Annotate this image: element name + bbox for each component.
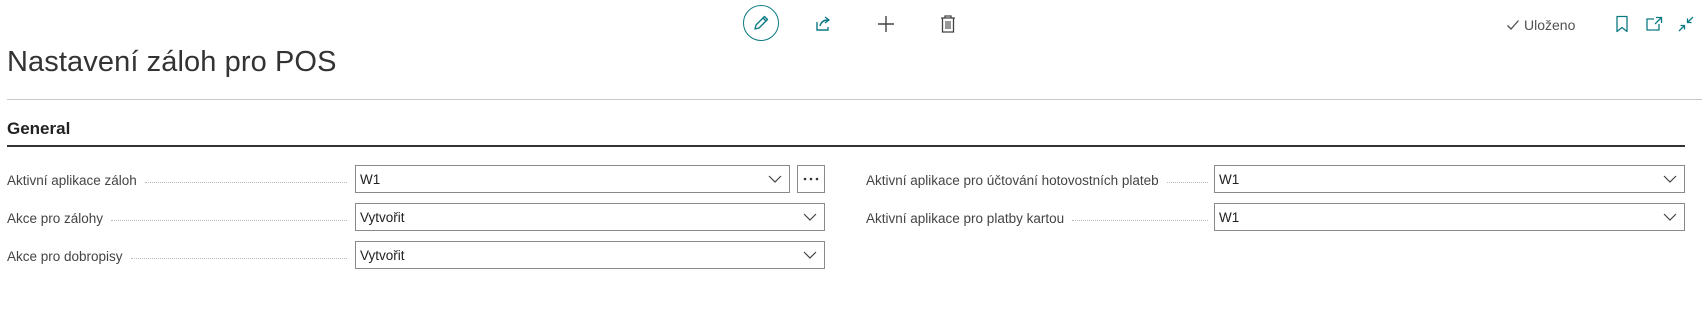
select-value: Vytvořit (360, 209, 405, 225)
open-new-window-button[interactable] (1643, 13, 1665, 35)
field-label-active-deposit-app: Aktivní aplikace záloh (7, 171, 347, 189)
section-divider (7, 145, 1685, 147)
chevron-down-icon (796, 204, 824, 230)
open-in-new-window-icon (1646, 16, 1663, 31)
collapse-icon (1678, 16, 1694, 32)
more-options-icon (803, 177, 819, 181)
card-payment-app-select[interactable]: W1 (1214, 203, 1685, 231)
field-label-cash-payment-app: Aktivní aplikace pro účtování hotovostní… (866, 171, 1208, 189)
credit-memo-action-select[interactable]: Vytvořit (355, 241, 825, 269)
lookup-button[interactable] (797, 165, 825, 193)
active-deposit-app-select[interactable]: W1 (355, 165, 790, 193)
select-value: W1 (360, 171, 381, 187)
bookmark-button[interactable] (1611, 13, 1633, 35)
share-button[interactable] (811, 12, 835, 36)
saved-label: Uloženo (1524, 17, 1576, 33)
page-title: Nastavení záloh pro POS (7, 46, 337, 78)
checkmark-icon (1507, 20, 1519, 30)
title-divider (7, 99, 1702, 100)
chevron-down-icon (761, 166, 789, 192)
chevron-down-icon (1656, 204, 1684, 230)
chevron-down-icon (796, 242, 824, 268)
select-value: W1 (1219, 209, 1240, 225)
edit-button[interactable] (743, 5, 779, 41)
field-label-card-payment-app: Aktivní aplikace pro platby kartou (866, 209, 1208, 227)
new-button[interactable] (874, 12, 898, 36)
select-value: W1 (1219, 171, 1240, 187)
cash-payment-app-select[interactable]: W1 (1214, 165, 1685, 193)
share-icon (816, 16, 830, 31)
deposit-action-select[interactable]: Vytvořit (355, 203, 825, 231)
trash-icon (941, 15, 955, 33)
field-label-deposit-action: Akce pro zálohy (7, 209, 347, 227)
bookmark-icon (1616, 15, 1628, 33)
pencil-icon (754, 15, 769, 30)
section-title-general: General (7, 119, 71, 138)
field-label-credit-memo-action: Akce pro dobropisy (7, 247, 347, 265)
plus-icon (878, 16, 894, 32)
collapse-button[interactable] (1675, 13, 1697, 35)
saved-status: Uloženo (1506, 15, 1575, 35)
select-value: Vytvořit (360, 247, 405, 263)
delete-button[interactable] (936, 12, 960, 36)
chevron-down-icon (1656, 166, 1684, 192)
